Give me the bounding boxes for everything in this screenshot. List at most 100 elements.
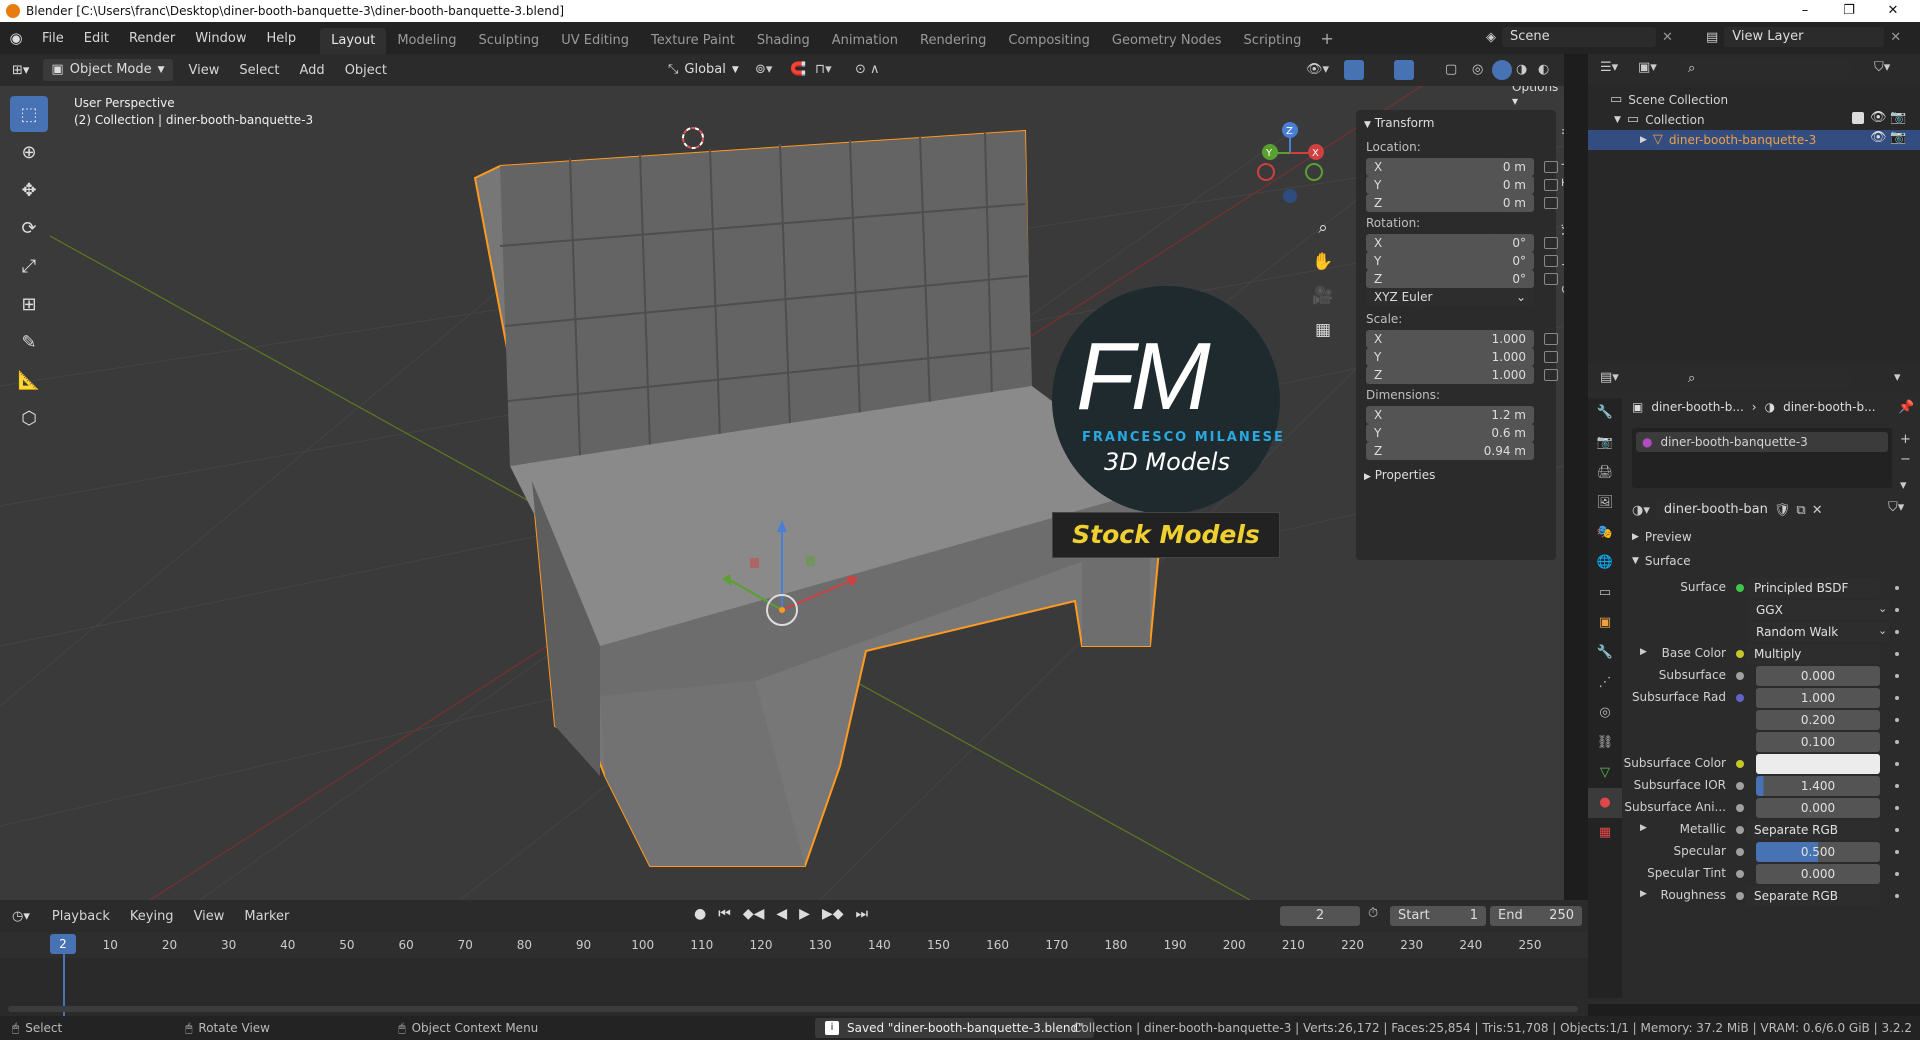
material-browse-icon[interactable]: ◑▾: [1632, 503, 1650, 518]
rotate-tool-icon[interactable]: ⟳: [10, 210, 48, 246]
measure-tool-icon[interactable]: 📐: [10, 362, 48, 398]
property-value-field[interactable]: Separate RGB: [1746, 886, 1880, 906]
rotation-z-field[interactable]: Z 0°: [1366, 270, 1534, 288]
tab-geometry-nodes[interactable]: Geometry Nodes: [1101, 28, 1233, 54]
slot-menu-icon[interactable]: ▾: [1900, 478, 1907, 493]
proportional-edit-icon[interactable]: ⊙ ∧: [855, 62, 880, 77]
viewport-menu-add[interactable]: Add: [290, 63, 335, 78]
expand-arrow-icon[interactable]: ▶: [1640, 647, 1647, 657]
3d-cursor[interactable]: [682, 127, 704, 149]
add-slot-icon[interactable]: +: [1900, 432, 1911, 447]
view-layer-field[interactable]: View Layer: [1724, 27, 1885, 47]
rotation-lock-icon[interactable]: [1544, 273, 1558, 285]
play-icon[interactable]: ▶: [795, 906, 814, 922]
collection-render-icon[interactable]: 📷: [1890, 110, 1906, 125]
keyframe-dot-icon[interactable]: [1895, 762, 1899, 766]
menu-window[interactable]: Window: [185, 31, 256, 46]
texture-tab-icon[interactable]: ▦: [1588, 818, 1622, 848]
preview-panel-header[interactable]: ▶ Preview: [1626, 526, 1920, 548]
property-value-field[interactable]: Multiply: [1746, 644, 1880, 664]
pan-hand-icon[interactable]: ✋: [1310, 245, 1336, 279]
tool-tab-icon[interactable]: 🔧: [1588, 398, 1622, 428]
menu-help[interactable]: Help: [257, 31, 307, 46]
input-socket-icon[interactable]: [1736, 870, 1744, 878]
material-name-field[interactable]: diner-booth-banquett...: [1655, 500, 1768, 520]
property-value-field[interactable]: Random Walk: [1748, 622, 1890, 642]
remove-slot-icon[interactable]: −: [1900, 452, 1911, 467]
menu-edit[interactable]: Edit: [74, 31, 119, 46]
input-socket-icon[interactable]: [1736, 672, 1744, 680]
rotation-x-field[interactable]: X 0°: [1366, 234, 1534, 252]
property-value-field[interactable]: 0.000: [1756, 798, 1880, 818]
menu-file[interactable]: File: [32, 31, 74, 46]
dimensions-x-field[interactable]: X 1.2 m: [1366, 406, 1534, 424]
object-tab-icon[interactable]: ▣: [1588, 608, 1622, 638]
jump-end-icon[interactable]: ⏭: [851, 906, 872, 922]
select-box-tool-icon[interactable]: ⬚: [10, 96, 48, 132]
property-value-field[interactable]: Principled BSDF: [1746, 578, 1880, 598]
input-socket-icon[interactable]: [1736, 826, 1744, 834]
scale-tool-icon[interactable]: ⤢: [10, 248, 48, 284]
timeline-menu-playback[interactable]: Playback: [42, 909, 120, 924]
timeline-menu-marker[interactable]: Marker: [234, 909, 299, 924]
viewport-menu-view[interactable]: View: [179, 63, 230, 78]
maximize-icon[interactable]: ❐: [1826, 0, 1872, 22]
location-z-field[interactable]: Z 0 m: [1366, 194, 1534, 212]
scale-lock-icon[interactable]: [1544, 369, 1558, 381]
scene-tab-icon[interactable]: 🎭: [1588, 518, 1622, 548]
add-workspace-icon[interactable]: +: [1312, 29, 1341, 48]
input-socket-icon[interactable]: [1736, 694, 1744, 702]
data-tab-icon[interactable]: ▽: [1588, 758, 1622, 788]
options-button[interactable]: Options ▾: [1512, 86, 1564, 108]
wireframe-shading-icon[interactable]: ◎: [1472, 62, 1483, 77]
view-layer-tab-icon[interactable]: 🖼: [1588, 488, 1622, 518]
outliner-scene-row[interactable]: ▭ Scene Collection: [1610, 92, 1728, 107]
expand-arrow-icon[interactable]: ▶: [1640, 889, 1647, 899]
node-link-icon[interactable]: ⛉▾: [1888, 500, 1904, 515]
keyframe-dot-icon[interactable]: [1895, 586, 1899, 590]
tab-rendering[interactable]: Rendering: [909, 28, 997, 54]
input-socket-icon[interactable]: [1736, 584, 1744, 592]
scale-y-field[interactable]: Y 1.000: [1366, 348, 1534, 366]
next-keyframe-icon[interactable]: ▶◆: [818, 906, 848, 922]
record-icon[interactable]: ●: [690, 906, 710, 922]
tab-layout[interactable]: Layout: [320, 28, 387, 54]
viewport-menu-select[interactable]: Select: [229, 63, 289, 78]
keyframe-dot-icon[interactable]: [1895, 806, 1899, 810]
timeline-menu-keying[interactable]: Keying: [120, 909, 184, 924]
input-socket-icon[interactable]: [1736, 848, 1744, 856]
pin-dropdown-icon[interactable]: ▾: [1894, 370, 1901, 385]
rotation-lock-icon[interactable]: [1544, 255, 1558, 267]
property-value-field[interactable]: 0.500: [1756, 842, 1880, 862]
constraints-tab-icon[interactable]: ⛓: [1588, 728, 1622, 758]
close-icon[interactable]: ✕: [1870, 0, 1916, 22]
expand-arrow-icon[interactable]: ▶: [1640, 135, 1647, 145]
keyframe-dot-icon[interactable]: [1895, 828, 1899, 832]
location-x-field[interactable]: X 0 m: [1366, 158, 1534, 176]
ortho-grid-icon[interactable]: ▦: [1310, 313, 1336, 347]
render-tab-icon[interactable]: 📷: [1588, 428, 1622, 458]
property-value-field[interactable]: 1.400: [1756, 776, 1880, 796]
physics-tab-icon[interactable]: ◎: [1588, 698, 1622, 728]
sidebar-tab-view[interactable]: View: [1560, 200, 1564, 242]
property-value-field[interactable]: GGX: [1748, 600, 1890, 620]
expand-arrow-icon[interactable]: ▼: [1614, 115, 1621, 125]
input-socket-icon[interactable]: [1736, 782, 1744, 790]
navigation-gizmo[interactable]: Z X Y: [1257, 122, 1324, 203]
transform-header[interactable]: ▼ Transform: [1364, 116, 1434, 130]
scene-close-icon[interactable]: ✕: [1662, 30, 1673, 45]
outliner-type-icon[interactable]: ☰▾: [1600, 60, 1618, 75]
keyframe-dot-icon[interactable]: [1895, 630, 1899, 634]
input-socket-icon[interactable]: [1736, 892, 1744, 900]
editor-type-icon[interactable]: ⊞▾: [0, 63, 41, 78]
sidebar-tab-create[interactable]: Create: [1560, 248, 1564, 300]
collection-checkbox-icon[interactable]: [1852, 112, 1864, 124]
input-socket-icon[interactable]: [1736, 804, 1744, 812]
outliner-object-item[interactable]: ▶ ▽ diner-booth-banquette-3: [1640, 132, 1816, 147]
camera-view-icon[interactable]: 🎥: [1310, 279, 1336, 313]
surface-panel-header[interactable]: ▼ Surface: [1626, 550, 1920, 572]
outliner-collection-row[interactable]: ▼ ▭ Collection: [1614, 112, 1705, 127]
scene-selector[interactable]: ◈ Scene ✕: [1486, 27, 1673, 47]
keyframe-dot-icon[interactable]: [1895, 872, 1899, 876]
sidebar-tab-item[interactable]: Item: [1560, 96, 1564, 146]
